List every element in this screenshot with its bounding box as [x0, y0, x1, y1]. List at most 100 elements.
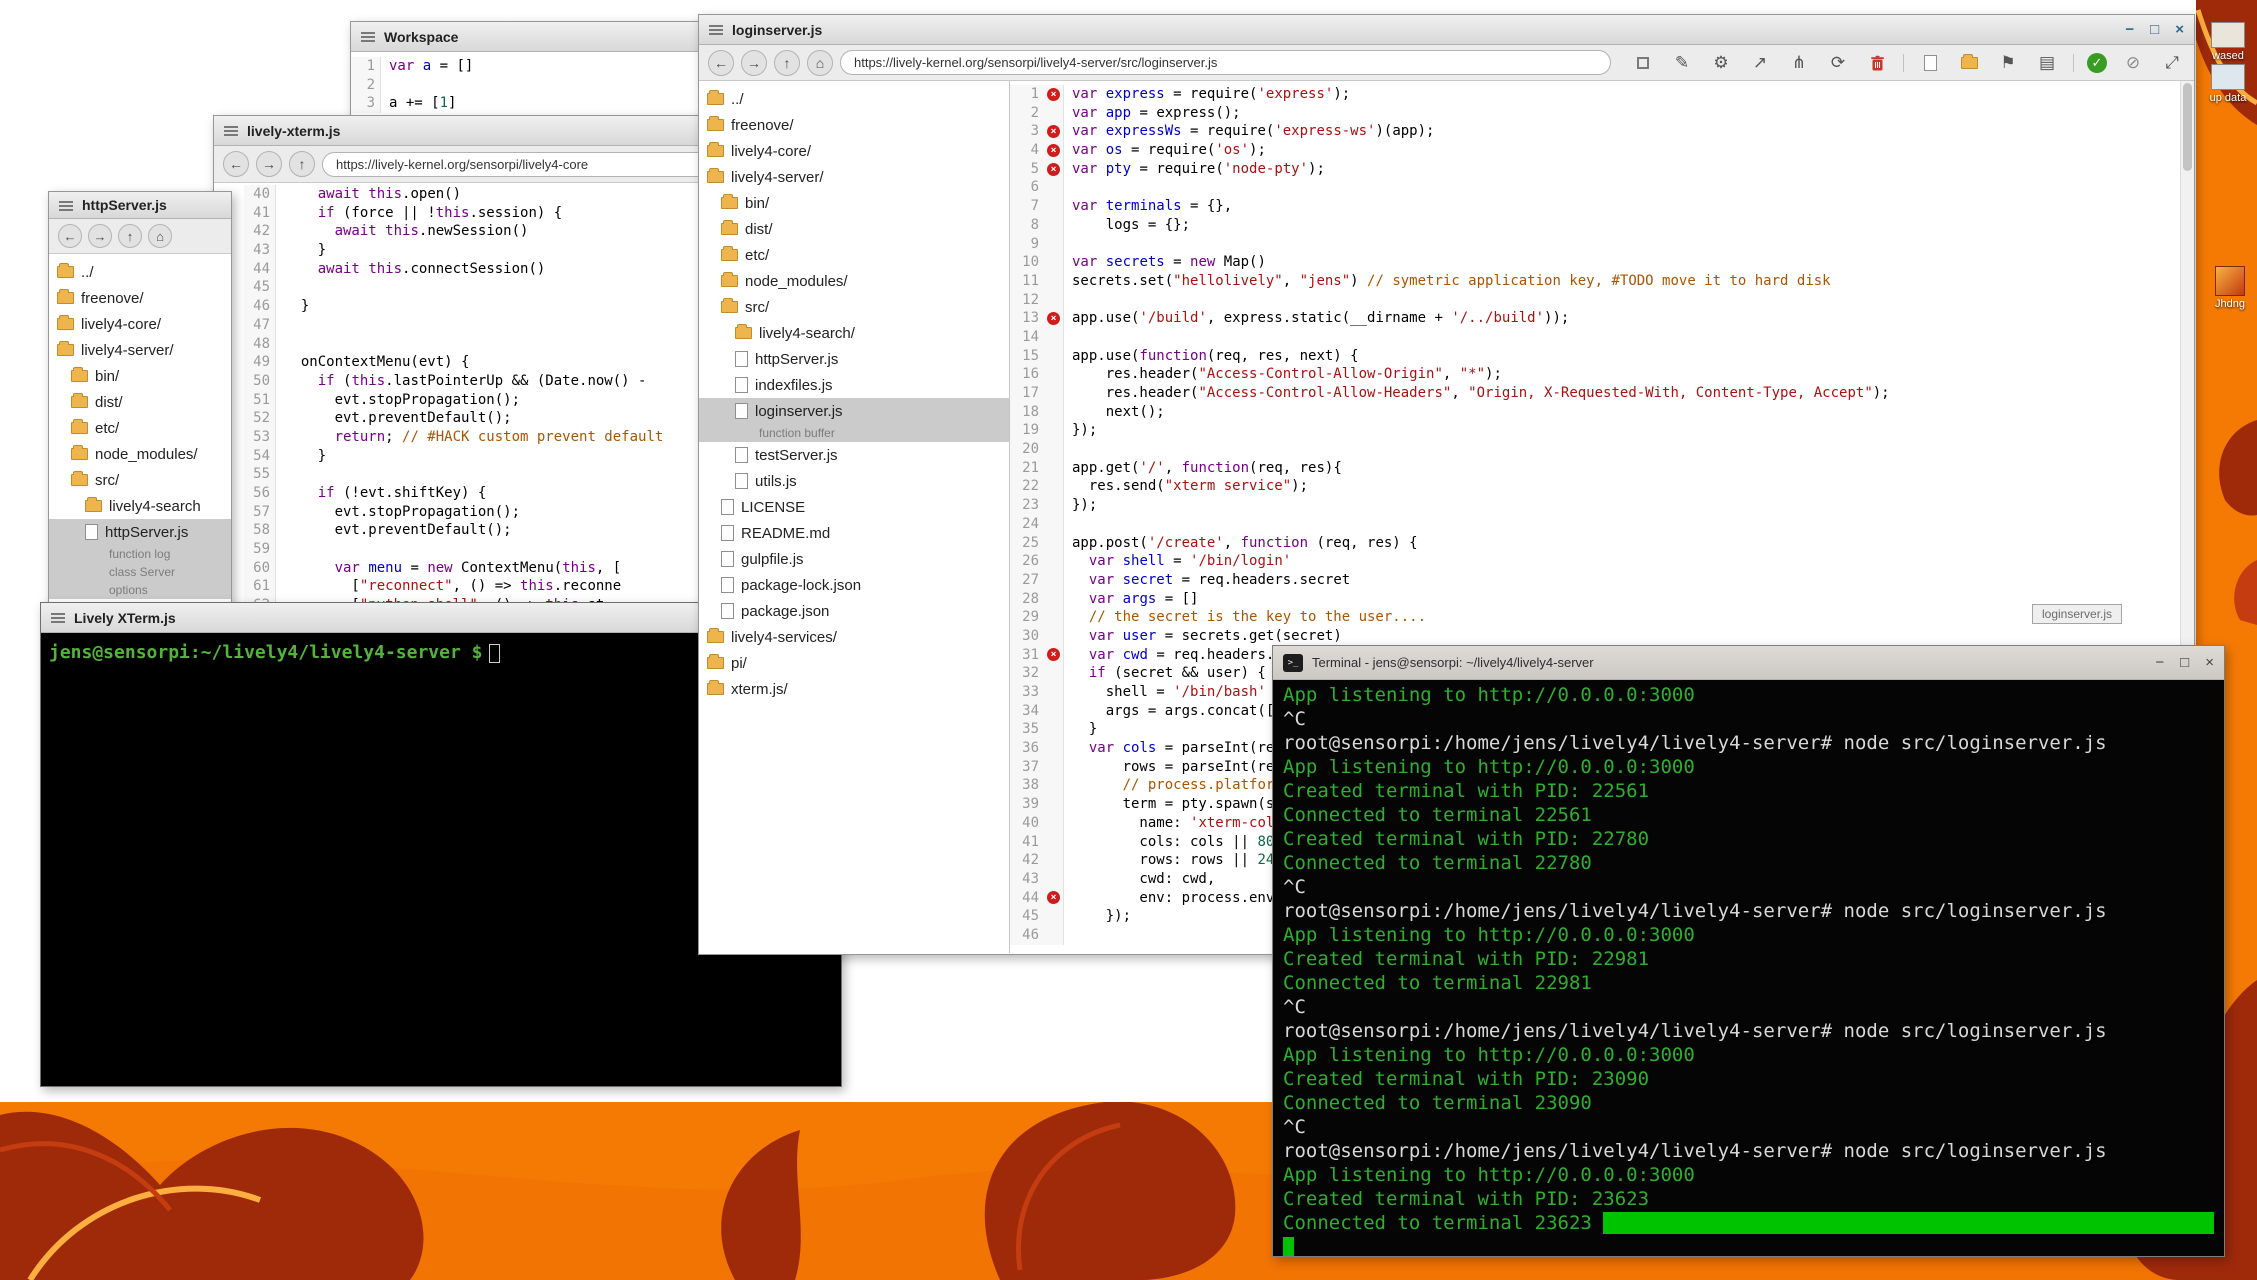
tree-item-lively4-search[interactable]: lively4-search/: [699, 320, 1009, 346]
open-external-icon[interactable]: ↗: [1747, 50, 1773, 76]
tree-item-outline-entry[interactable]: class Server: [49, 563, 231, 581]
tree-item-httpServer.js[interactable]: httpServer.js: [699, 346, 1009, 372]
tree-item-etc[interactable]: etc/: [699, 242, 1009, 268]
minimize-button[interactable]: −: [2125, 22, 2134, 37]
forward-button[interactable]: →: [88, 224, 112, 248]
checkbox-icon[interactable]: [1630, 50, 1656, 76]
tree-item-indexfiles.js[interactable]: indexfiles.js: [699, 372, 1009, 398]
menu-icon[interactable]: [59, 200, 73, 211]
terminal-titlebar[interactable]: >_ Terminal - jens@sensorpi: ~/lively4/l…: [1273, 646, 2224, 680]
home-button[interactable]: ⌂: [148, 224, 172, 248]
tree-item-..[interactable]: ../: [49, 259, 231, 285]
line-number: 9: [1010, 235, 1044, 254]
accept-icon[interactable]: ✓: [2087, 53, 2107, 73]
back-button[interactable]: ←: [708, 50, 734, 76]
tree-item-lively4-server[interactable]: lively4-server/: [699, 164, 1009, 190]
scrollbar-thumb[interactable]: [2183, 83, 2192, 171]
tree-item-pi[interactable]: pi/: [699, 650, 1009, 676]
loginserver-titlebar[interactable]: loginserver.js −□×: [699, 15, 2194, 45]
tree-item-dist[interactable]: dist/: [49, 389, 231, 415]
line-number: 51: [244, 391, 276, 410]
up-button[interactable]: ↑: [118, 224, 142, 248]
tree-item-etc[interactable]: etc/: [49, 415, 231, 441]
tree-item-src[interactable]: src/: [49, 467, 231, 493]
tree-item-..[interactable]: ../: [699, 86, 1009, 112]
close-button[interactable]: ×: [2175, 22, 2184, 37]
line-number: 53: [244, 428, 276, 447]
brush-icon[interactable]: ✎: [1669, 50, 1695, 76]
tree-item-dist[interactable]: dist/: [699, 216, 1009, 242]
error-marker-icon: ×: [1047, 125, 1060, 138]
minimize-button[interactable]: −: [2155, 655, 2164, 670]
code-text: evt.preventDefault();: [276, 409, 512, 428]
menu-icon[interactable]: [361, 31, 375, 42]
line-number: 3: [1010, 122, 1044, 141]
desktop-icon[interactable]: Jhdng: [2201, 266, 2257, 310]
maximize-button[interactable]: □: [2180, 655, 2189, 670]
back-button[interactable]: ←: [223, 151, 249, 177]
tree-item-package.json[interactable]: package.json: [699, 598, 1009, 624]
line-number: 12: [1010, 291, 1044, 310]
tree-item-README.md[interactable]: README.md: [699, 520, 1009, 546]
desktop-icon[interactable]: wased: [2199, 22, 2257, 62]
up-button[interactable]: ↑: [289, 151, 315, 177]
menu-icon[interactable]: [51, 612, 65, 623]
tree-item-nodemodules[interactable]: node_modules/: [699, 268, 1009, 294]
httpserver-titlebar[interactable]: httpServer.js: [49, 192, 231, 219]
maximize-button[interactable]: □: [2150, 22, 2159, 37]
save-icon[interactable]: ▤: [2034, 50, 2060, 76]
gutter-marker-slot: [1044, 459, 1064, 478]
fullscreen-icon[interactable]: ⤢: [2159, 50, 2185, 76]
terminal-output[interactable]: App listening to http://0.0.0.0:3000^Cro…: [1273, 680, 2224, 1256]
refresh-icon[interactable]: ⟳: [1825, 50, 1851, 76]
code-text: var terminals = {},: [1064, 197, 1232, 216]
tree-item-lively4-server[interactable]: lively4-server/: [49, 337, 231, 363]
code-line: 18 next();: [1010, 403, 2194, 422]
gutter-marker-slot: ×: [1044, 309, 1064, 328]
tree-item-outline-entry[interactable]: function log: [49, 545, 231, 563]
home-button[interactable]: ⌂: [807, 50, 833, 76]
forward-button[interactable]: →: [741, 50, 767, 76]
menu-icon[interactable]: [224, 125, 238, 136]
tree-item-outline-entry[interactable]: options: [49, 581, 231, 599]
cancel-icon[interactable]: ⊘: [2120, 50, 2146, 76]
tree-item-httpServer.js[interactable]: httpServer.jsfunction logclass Serveropt…: [49, 519, 231, 599]
line-number: 56: [244, 484, 276, 503]
tree-item-label: freenove/: [81, 290, 144, 307]
tree-item-lively4-services[interactable]: lively4-services/: [699, 624, 1009, 650]
tree-item-nodemodules[interactable]: node_modules/: [49, 441, 231, 467]
tree-item-xterm.js[interactable]: xterm.js/: [699, 676, 1009, 702]
menu-icon[interactable]: [709, 24, 723, 35]
tree-item-freenove[interactable]: freenove/: [49, 285, 231, 311]
desktop-icon[interactable]: up data: [2199, 64, 2257, 104]
tree-item-bin[interactable]: bin/: [49, 363, 231, 389]
tree-item-lively4-search[interactable]: lively4-search: [49, 493, 231, 519]
tree-item-lively4-core[interactable]: lively4-core/: [699, 138, 1009, 164]
tree-item-outline-entry[interactable]: function buffer: [699, 424, 1009, 442]
terminal-line: Created terminal with PID: 22780: [1283, 827, 2214, 851]
folder-icon[interactable]: [1956, 50, 1982, 76]
forward-button[interactable]: →: [256, 151, 282, 177]
close-button[interactable]: ×: [2205, 655, 2214, 670]
flag-icon[interactable]: ⚑: [1995, 50, 2021, 76]
tree-item-utils.js[interactable]: utils.js: [699, 468, 1009, 494]
tree-item-testServer.js[interactable]: testServer.js: [699, 442, 1009, 468]
window-title: Lively XTerm.js: [74, 610, 176, 626]
url-input[interactable]: [840, 50, 1611, 75]
tree-item-gulpfile.js[interactable]: gulpfile.js: [699, 546, 1009, 572]
tree-item-src[interactable]: src/: [699, 294, 1009, 320]
up-button[interactable]: ↑: [774, 50, 800, 76]
tree-item-loginserver.js[interactable]: loginserver.jsfunction buffer: [699, 398, 1009, 442]
terminal-line: Connected to terminal 22780: [1283, 851, 2214, 875]
trash-icon[interactable]: [1864, 50, 1890, 76]
tree-item-bin[interactable]: bin/: [699, 190, 1009, 216]
gear-icon[interactable]: ⚙: [1708, 50, 1734, 76]
new-file-icon[interactable]: [1917, 50, 1943, 76]
tree-item-package-lock.json[interactable]: package-lock.json: [699, 572, 1009, 598]
graph-icon[interactable]: ⋔: [1786, 50, 1812, 76]
tree-item-LICENSE[interactable]: LICENSE: [699, 494, 1009, 520]
tree-item-lively4-core[interactable]: lively4-core/: [49, 311, 231, 337]
tree-item-label: lively4-server/: [731, 169, 824, 186]
back-button[interactable]: ←: [58, 224, 82, 248]
tree-item-freenove[interactable]: freenove/: [699, 112, 1009, 138]
